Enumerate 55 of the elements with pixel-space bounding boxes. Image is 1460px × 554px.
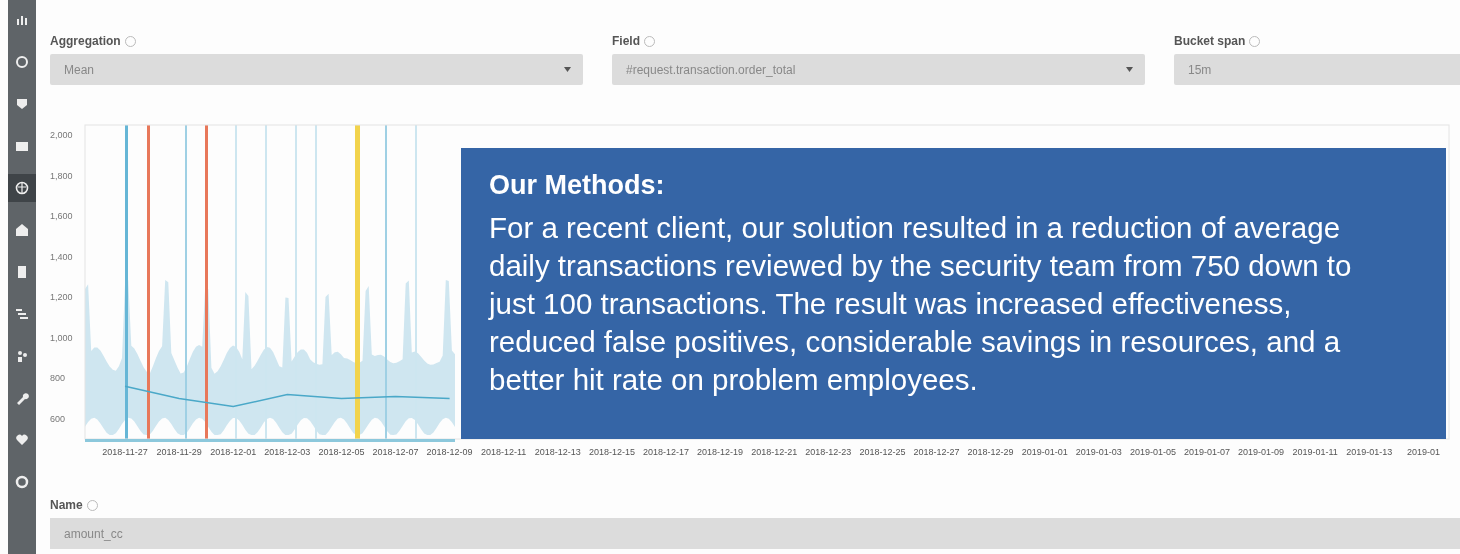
x-axis-label: 2018-12-05 — [318, 447, 365, 457]
x-axis-label: 2018-12-25 — [859, 447, 906, 457]
select-field[interactable]: #request.transaction.order_total — [612, 54, 1145, 85]
panel-text: For a recent client, our solution resulted in a reduction of average daily transactions reviewed by the security team from 750 down to just 100 transactions. The result was increased effectiveness, reduced false positives, considerable savings in resources, and a better hit rate on problem employees. — [489, 210, 1353, 398]
y-axis-label: 1,400 — [50, 251, 73, 262]
x-axis-label: 2019-01-07 — [1184, 447, 1230, 457]
y-axis-label: 1,000 — [50, 332, 73, 343]
x-axis-label: 2018-12-01 — [210, 447, 257, 457]
x-axis-label: 2018-12-23 — [805, 447, 852, 457]
y-axis-label: 1,600 — [50, 211, 73, 222]
x-axis-label: 2018-11-27 — [102, 447, 148, 457]
dashboard-icon[interactable] — [15, 139, 29, 153]
shield-icon[interactable] — [15, 97, 29, 111]
x-axis-label: 2019-01-11 — [1292, 447, 1338, 457]
input-field[interactable]: amount_cc — [50, 518, 1460, 549]
x-axis-label: 2019-01-01 — [1021, 447, 1068, 457]
x-axis-label: 2019-01-05 — [1129, 447, 1176, 457]
bar-chart-icon[interactable] — [15, 13, 29, 27]
x-axis-label: 2018-12-27 — [913, 447, 960, 457]
panel-title: Our Methods: — [489, 170, 666, 201]
x-axis-label: 2018-12-21 — [751, 447, 798, 457]
x-axis-label: 2019-01-13 — [1346, 447, 1393, 457]
select-field[interactable]: Mean — [50, 54, 583, 85]
field-label: Name — [50, 498, 83, 512]
x-axis-label: 2019-01-03 — [1075, 447, 1122, 457]
home-icon[interactable] — [15, 223, 29, 237]
people-icon[interactable] — [15, 349, 29, 363]
x-axis-label: 2018-12-19 — [697, 447, 744, 457]
x-axis-label: 2018-11-29 — [156, 447, 202, 457]
x-axis-label: 2019-01-09 — [1238, 447, 1285, 457]
document-icon[interactable] — [15, 265, 29, 279]
y-axis-label: 1,200 — [50, 292, 73, 303]
field-label: Aggregation — [50, 34, 121, 48]
wrench-icon[interactable] — [15, 391, 29, 405]
heart-icon[interactable] — [15, 433, 29, 447]
globe-icon[interactable] — [15, 181, 29, 195]
caret-icon — [1126, 67, 1133, 72]
list-icon[interactable] — [15, 307, 29, 321]
x-axis-label: 2018-12-07 — [372, 447, 419, 457]
x-axis-label: 2018-12-03 — [264, 447, 311, 457]
x-axis-label: 2018-12-15 — [588, 447, 635, 457]
x-axis-label: 2018-12-09 — [426, 447, 473, 457]
y-axis-label: 2,000 — [50, 130, 73, 141]
x-axis-label: 2018-12-11 — [481, 447, 527, 457]
x-axis-label: 2018-12-17 — [643, 447, 689, 457]
caret-icon — [564, 67, 571, 72]
y-axis-label: 600 — [50, 413, 66, 424]
x-axis-label: 2018-12-13 — [534, 447, 581, 457]
field-label: Field — [612, 34, 640, 48]
x-axis-label: 2019-01 — [1406, 447, 1440, 457]
y-axis-label: 800 — [50, 373, 66, 384]
y-axis-label: 1,800 — [50, 170, 73, 181]
field-label: Bucket span — [1174, 34, 1246, 48]
input-field[interactable]: 15m — [1174, 54, 1460, 85]
x-axis-label: 2018-12-29 — [967, 447, 1014, 457]
